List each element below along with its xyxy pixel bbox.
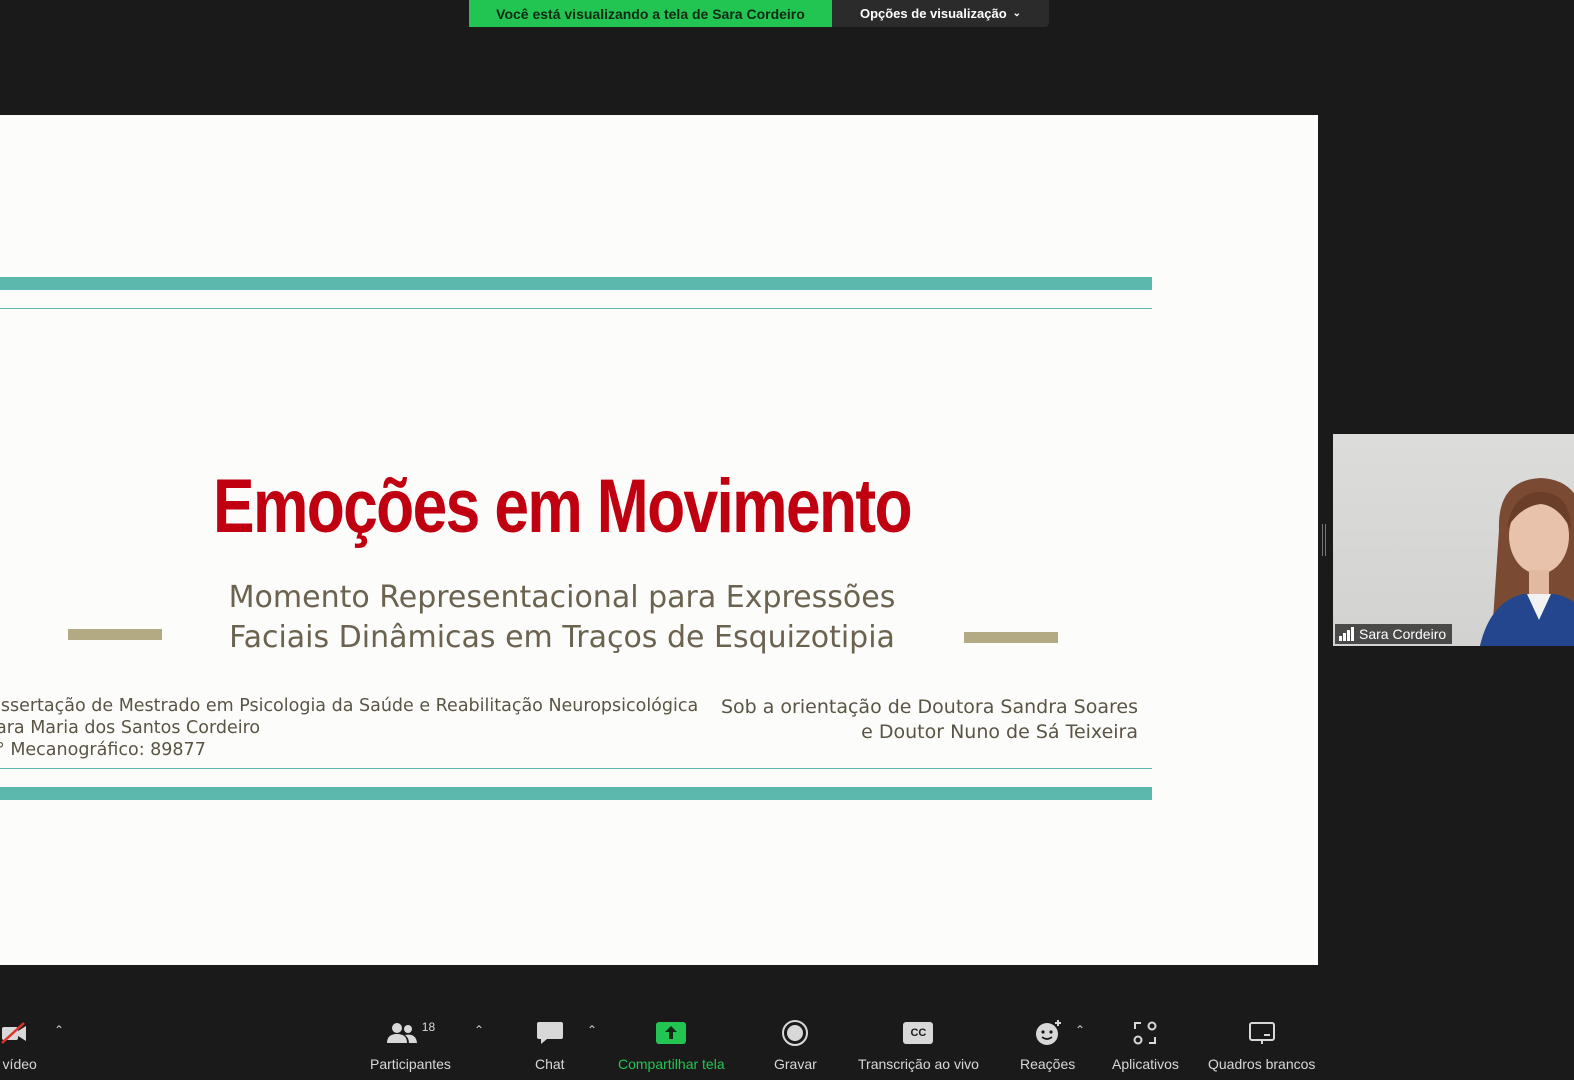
dissertation-info: issertação de Mestrado em Psicologia da … xyxy=(0,695,698,761)
video-button[interactable]: r vídeo xyxy=(0,1018,37,1072)
right-decorative-dash xyxy=(964,632,1058,643)
whiteboard-icon xyxy=(1248,1018,1276,1048)
chat-icon xyxy=(536,1018,564,1048)
reactions-label: Reações xyxy=(1020,1056,1076,1072)
screen-share-banner: Você está visualizando a tela de Sara Co… xyxy=(469,0,1049,27)
signal-bars-icon xyxy=(1339,626,1354,641)
participants-count: 18 xyxy=(421,1020,436,1034)
closed-captions-icon: CC xyxy=(903,1018,934,1048)
participant-name: Sara Cordeiro xyxy=(1359,626,1447,642)
participants-icon xyxy=(386,1023,417,1043)
share-screen-label: Compartilhar tela xyxy=(618,1056,725,1072)
chevron-down-icon: ⌄ xyxy=(1012,8,1022,19)
apps-icon xyxy=(1132,1018,1158,1048)
subtitle-line-2: Faciais Dinâmicas em Traços de Esquizoti… xyxy=(229,620,895,655)
panel-resize-handle[interactable] xyxy=(1322,524,1326,556)
top-accent-line xyxy=(0,308,1152,309)
chat-label: Chat xyxy=(535,1056,565,1072)
live-transcription-label: Transcrição ao vivo xyxy=(858,1056,979,1072)
view-options-label: Opções de visualização xyxy=(859,6,1007,21)
share-screen-button[interactable]: Compartilhar tela xyxy=(618,1018,725,1072)
record-icon xyxy=(781,1018,809,1048)
cc-badge: CC xyxy=(903,1022,934,1044)
participant-name-label: Sara Cordeiro xyxy=(1335,624,1453,644)
participants-icon-group: 18 xyxy=(386,1018,435,1048)
dissertation-line: issertação de Mestrado em Psicologia da … xyxy=(0,696,699,716)
bottom-accent-band xyxy=(0,787,1152,800)
apps-button[interactable]: Aplicativos xyxy=(1112,1018,1179,1072)
subtitle-line-1: Momento Representacional para Expressões xyxy=(228,580,896,615)
participant-video-image xyxy=(1479,478,1574,646)
top-accent-band xyxy=(0,277,1152,290)
supervisors-info: Sob a orientação de Doutora Sandra Soare… xyxy=(721,695,1138,745)
live-transcription-button[interactable]: CC Transcrição ao vivo xyxy=(858,1018,979,1072)
participants-button[interactable]: 18 Participantes xyxy=(370,1018,451,1072)
left-decorative-dash xyxy=(68,629,162,640)
video-label: r vídeo xyxy=(0,1056,37,1072)
meeting-window: Você está visualizando a tela de Sara Co… xyxy=(0,0,1574,1080)
slide-title: Emoções em Movimento xyxy=(213,464,913,549)
supervisor-line-1: Sob a orientação de Doutora Sandra Soare… xyxy=(720,696,1138,718)
bottom-accent-line xyxy=(0,768,1152,769)
record-button[interactable]: Gravar xyxy=(774,1018,817,1072)
share-screen-icon xyxy=(655,1018,687,1048)
author-line: ara Maria dos Santos Cordeiro xyxy=(0,718,261,738)
participants-label: Participantes xyxy=(370,1056,451,1072)
student-number-line: ° Mecanográfico: 89877 xyxy=(0,740,206,760)
meeting-toolbar: r vídeo ⌃ 18 Participantes ⌃ Ch xyxy=(0,1008,1574,1080)
participant-video-tile[interactable]: Sara Cordeiro xyxy=(1333,434,1574,646)
chat-button[interactable]: Chat xyxy=(535,1018,565,1072)
chat-options-caret-icon[interactable]: ⌃ xyxy=(587,1023,597,1037)
reactions-options-caret-icon[interactable]: ⌃ xyxy=(1075,1023,1085,1037)
whiteboards-button[interactable]: Quadros brancos xyxy=(1208,1018,1315,1072)
participants-options-caret-icon[interactable]: ⌃ xyxy=(474,1023,484,1037)
video-off-icon xyxy=(0,1018,30,1048)
view-options-button[interactable]: Opções de visualização ⌄ xyxy=(832,0,1049,27)
slide-subtitle: Momento Representacional para Expressões… xyxy=(164,578,960,658)
apps-label: Aplicativos xyxy=(1112,1056,1179,1072)
video-options-caret-icon[interactable]: ⌃ xyxy=(54,1023,64,1037)
record-label: Gravar xyxy=(774,1056,817,1072)
whiteboards-label: Quadros brancos xyxy=(1208,1056,1316,1072)
shared-screen-slide: Emoções em Movimento Momento Representac… xyxy=(0,115,1318,965)
viewing-screen-notice: Você está visualizando a tela de Sara Co… xyxy=(469,0,832,27)
supervisor-line-2: e Doutor Nuno de Sá Teixeira xyxy=(861,721,1138,743)
reactions-button[interactable]: Reações xyxy=(1020,1018,1075,1072)
reactions-icon xyxy=(1034,1018,1062,1048)
